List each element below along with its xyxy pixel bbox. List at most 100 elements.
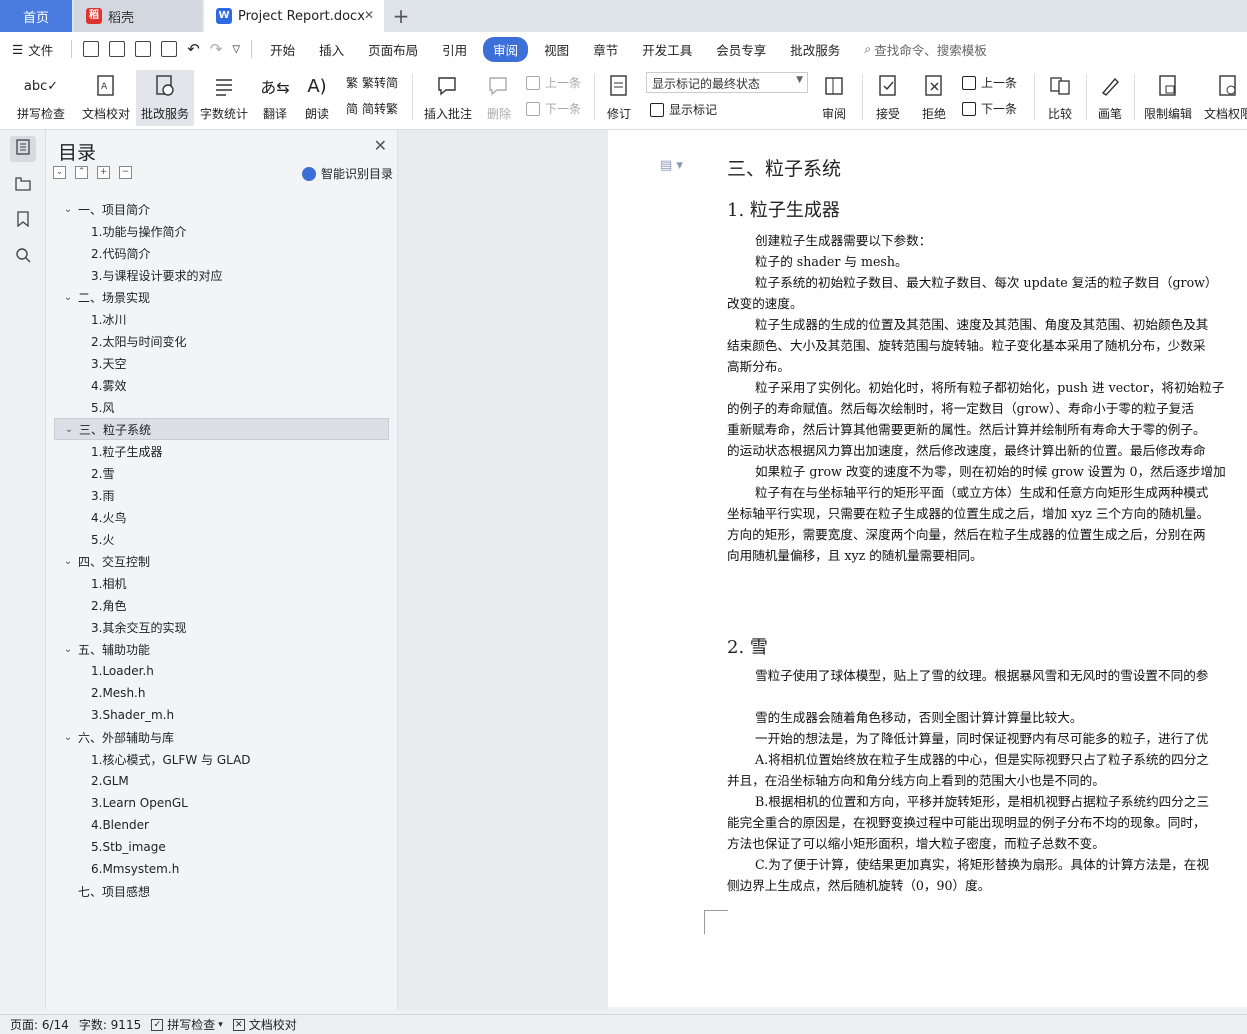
review-service-button[interactable]: 批改服务 [136,70,194,126]
toc-subheading-item[interactable]: 1.核心模式，GLFW 与 GLAD [54,748,389,770]
doc-permission-button[interactable]: 文档权限 [1200,70,1247,126]
toc-subheading-item[interactable]: 2.GLM [54,770,389,792]
menu-chapter[interactable]: 章节 [581,40,630,59]
toc-panel-button[interactable] [10,136,36,162]
toc-subheading-item[interactable]: 5.风 [54,396,389,418]
prev-comment-button[interactable]: 上一条 [526,74,581,91]
toc-heading-item[interactable]: ⌄ 六、外部辅助与库 [54,726,389,748]
word-count-button[interactable]: 字数统计 [198,70,250,126]
smart-toc-button[interactable]: 智能识别目录 [301,165,393,182]
tab-document[interactable]: W Project Report.docx ✕ [204,0,384,32]
doc-proofread-button[interactable]: A 文档校对 [78,70,134,126]
chapter-nav-button[interactable] [10,172,36,198]
menu-layout[interactable]: 页面布局 [356,40,430,59]
display-state-select[interactable]: 显示标记的最终状态 ▼ [646,72,808,93]
add-heading-icon[interactable]: + [97,166,110,179]
simp-to-trad-button[interactable]: 简简转繁 [346,100,398,117]
close-icon[interactable]: ✕ [374,136,387,155]
toc-subheading-item[interactable]: 3.其余交互的实现 [54,616,389,638]
toc-subheading-item[interactable]: 3.Shader_m.h [54,704,389,726]
toc-subheading-item[interactable]: 5.火 [54,528,389,550]
chevron-down-icon[interactable]: ⌄ [58,204,78,215]
review-pane-button[interactable]: 审阅 [814,70,854,126]
toc-subheading-item[interactable]: 3.Learn OpenGL [54,792,389,814]
expand-all-icon[interactable]: ⌄ [53,166,66,179]
more-icon[interactable]: ▽ [232,44,240,55]
next-change-button[interactable]: 下一条 [962,100,1017,117]
menu-review[interactable]: 审阅 [483,36,529,62]
tab-daoke[interactable]: 稻 稻壳 [74,0,202,32]
remove-heading-icon[interactable]: − [119,166,132,179]
translate-button[interactable]: あ⇆ 翻译 [254,70,296,126]
chevron-down-icon[interactable]: ⌄ [58,292,78,303]
trad-to-simp-button[interactable]: 繁繁转简 [346,74,398,91]
spell-check-button[interactable]: abc✓ 拼写检查 [10,70,72,126]
pen-button[interactable]: 画笔 [1092,70,1128,126]
menu-view[interactable]: 视图 [532,40,581,59]
toc-subheading-item[interactable]: 2.角色 [54,594,389,616]
menu-correction[interactable]: 批改服务 [778,40,852,59]
file-menu[interactable]: ☰ 文件 [0,40,65,59]
page-indicator[interactable]: 页面: 6/14 [10,1016,69,1033]
word-count-indicator[interactable]: 字数: 9115 [79,1016,141,1033]
tab-home[interactable]: 首页 [0,0,72,32]
toc-subheading-item[interactable]: 2.代码简介 [54,242,389,264]
find-button[interactable] [10,244,36,270]
toc-subheading-item[interactable]: 1.粒子生成器 [54,440,389,462]
menu-start[interactable]: 开始 [258,40,307,59]
chevron-down-icon[interactable]: ⌄ [59,424,79,435]
toc-subheading-item[interactable]: 1.功能与操作简介 [54,220,389,242]
toc-subheading-item[interactable]: 4.雾效 [54,374,389,396]
chevron-down-icon[interactable]: ⌄ [58,732,78,743]
toc-heading-item[interactable]: ⌄ 五、辅助功能 [54,638,389,660]
restrict-edit-button[interactable]: 限制编辑 [1140,70,1196,126]
new-tab-icon[interactable]: + [390,4,412,28]
next-comment-button[interactable]: 下一条 [526,100,581,117]
toc-subheading-item[interactable]: 1.Loader.h [54,660,389,682]
reject-button[interactable]: 拒绝 [914,70,954,126]
collapse-all-icon[interactable]: ⌃ [75,166,88,179]
toc-subheading-item[interactable]: 2.Mesh.h [54,682,389,704]
menu-member[interactable]: 会员专享 [704,40,778,59]
chevron-down-icon[interactable]: ⌄ [58,556,78,567]
page-options-icon[interactable]: ▤ ▾ [660,158,683,173]
menu-insert[interactable]: 插入 [307,40,356,59]
toc-heading-item[interactable]: 七、项目感想 [54,880,389,902]
toc-heading-item[interactable]: ⌄ 三、粒子系统 [54,418,389,440]
toc-subheading-item[interactable]: 3.雨 [54,484,389,506]
toc-subheading-item[interactable]: 4.Blender [54,814,389,836]
toc-subheading-item[interactable]: 6.Mmsystem.h [54,858,389,880]
toc-subheading-item[interactable]: 3.天空 [54,352,389,374]
close-tab-icon[interactable]: ✕ [364,8,374,22]
prev-change-button[interactable]: 上一条 [962,74,1017,91]
spell-check-toggle[interactable]: ✓ 拼写检查 ▾ [151,1016,223,1033]
toc-subheading-item[interactable]: 3.与课程设计要求的对应 [54,264,389,286]
print-icon[interactable] [135,41,152,57]
delete-comment-button[interactable]: 删除 [480,70,518,126]
toc-heading-item[interactable]: ⌄ 二、场景实现 [54,286,389,308]
toc-subheading-item[interactable]: 4.火鸟 [54,506,389,528]
accept-button[interactable]: 接受 [868,70,908,126]
bookmark-button[interactable] [10,208,36,234]
print-preview-icon[interactable] [161,41,178,57]
undo-icon[interactable]: ↶ [187,40,200,58]
chevron-down-icon[interactable]: ⌄ [58,644,78,655]
save-icon[interactable] [83,41,100,57]
compare-button[interactable]: 比较 [1040,70,1080,126]
read-aloud-button[interactable]: A) 朗读 [300,70,334,126]
toc-subheading-item[interactable]: 1.相机 [54,572,389,594]
toc-subheading-item[interactable]: 2.太阳与时间变化 [54,330,389,352]
toc-heading-item[interactable]: ⌄ 一、项目简介 [54,198,389,220]
command-search[interactable]: ⌕ 查找命令、搜索模板 [852,40,999,59]
document-page[interactable]: ▤ ▾ 三、粒子系统 1. 粒子生成器 创建粒子生成器需要以下参数： 粒子的 sh… [608,130,1247,1007]
track-changes-button[interactable]: 修订 [600,70,638,126]
toc-subheading-item[interactable]: 2.雪 [54,462,389,484]
menu-devtools[interactable]: 开发工具 [630,40,704,59]
menu-reference[interactable]: 引用 [430,40,479,59]
toc-heading-item[interactable]: ⌄ 四、交互控制 [54,550,389,572]
redo-icon[interactable]: ↷ [210,40,223,58]
toc-subheading-item[interactable]: 1.冰川 [54,308,389,330]
insert-comment-button[interactable]: 插入批注 [420,70,476,126]
proofread-toggle[interactable]: ✕ 文档校对 [232,1016,297,1033]
show-marks-button[interactable]: 显示标记 [650,101,717,118]
